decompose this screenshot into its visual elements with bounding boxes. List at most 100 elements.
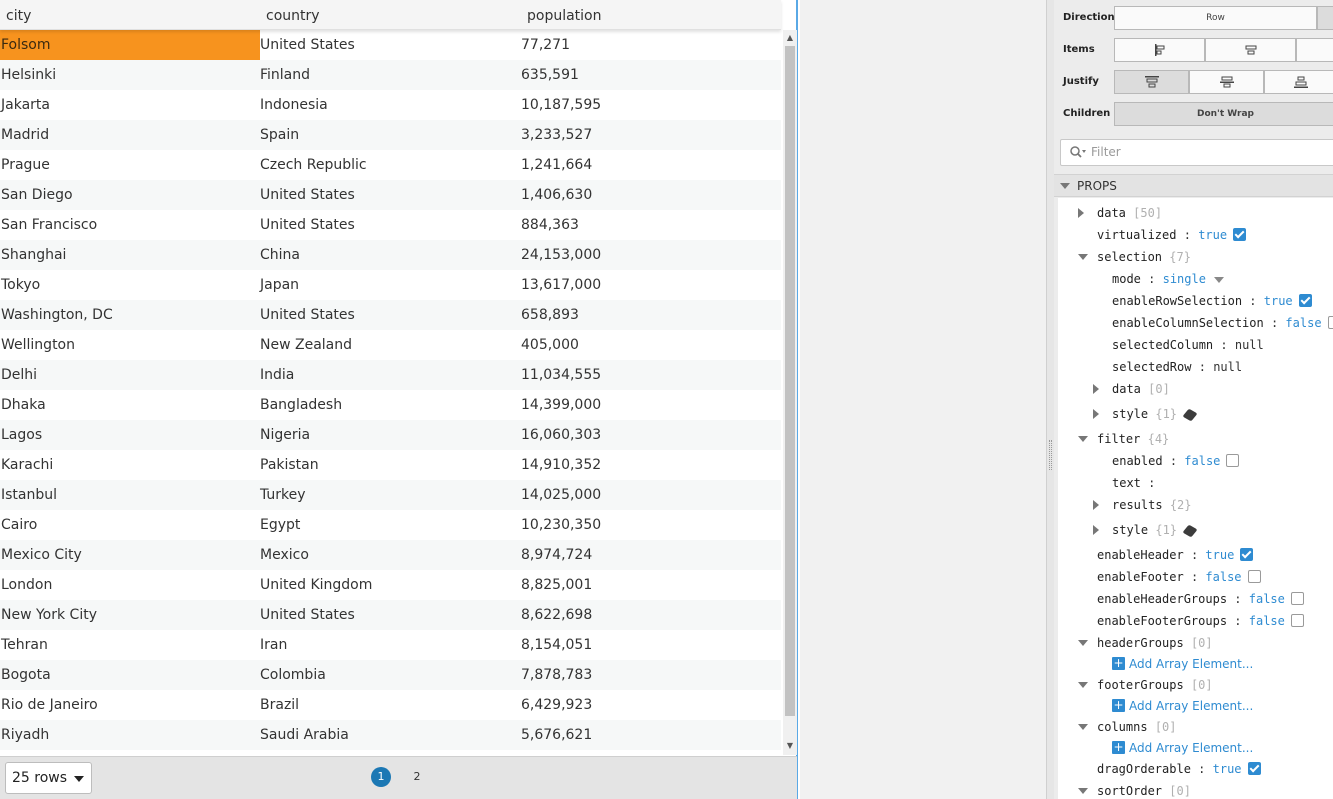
table-row[interactable]: San Diego United States 1,406,630 bbox=[0, 180, 781, 210]
population-cell[interactable]: 10,187,595 bbox=[521, 90, 781, 120]
city-cell[interactable]: Jakarta bbox=[0, 90, 260, 120]
checkbox-empty-icon[interactable] bbox=[1226, 454, 1240, 467]
table-row[interactable]: Madrid Spain 3,233,527 bbox=[0, 120, 781, 150]
page-button-2[interactable]: 2 bbox=[407, 767, 427, 787]
style-brush-icon[interactable] bbox=[1182, 524, 1198, 537]
country-cell[interactable]: Colombia bbox=[260, 660, 521, 690]
prop-value[interactable]: true bbox=[1213, 762, 1242, 776]
prop-mode[interactable]: mode : single bbox=[1112, 269, 1224, 289]
city-cell[interactable]: Karachi bbox=[0, 450, 260, 480]
population-cell[interactable]: 8,622,698 bbox=[521, 600, 781, 630]
table-row[interactable]: San Francisco United States 884,363 bbox=[0, 210, 781, 240]
prop-virtualized[interactable]: virtualized : true bbox=[1097, 225, 1247, 245]
table-row[interactable]: Folsom United States 77,271 bbox=[0, 30, 781, 60]
prop-filter-style[interactable]: style {1} bbox=[1112, 520, 1198, 540]
prop-selection[interactable]: selection {7} bbox=[1097, 247, 1191, 267]
justify-end-button[interactable] bbox=[1264, 70, 1333, 94]
table-row[interactable]: New York City United States 8,622,698 bbox=[0, 600, 781, 630]
population-cell[interactable]: 14,910,352 bbox=[521, 450, 781, 480]
collapsed-arrow-icon[interactable] bbox=[1093, 409, 1099, 419]
prop-enableHeader[interactable]: enableHeader : true bbox=[1097, 545, 1254, 565]
population-cell[interactable]: 8,154,051 bbox=[521, 630, 781, 660]
prop-value[interactable]: true bbox=[1264, 294, 1293, 308]
city-cell[interactable]: Wellington bbox=[0, 330, 260, 360]
items-align-start-button[interactable] bbox=[1114, 38, 1205, 62]
prop-value[interactable]: single bbox=[1163, 272, 1206, 286]
prop-enableFooterGroups[interactable]: enableFooterGroups : false bbox=[1097, 611, 1304, 631]
style-brush-icon[interactable] bbox=[1182, 408, 1198, 421]
population-cell[interactable]: 13,617,000 bbox=[521, 270, 781, 300]
collapsed-arrow-icon[interactable] bbox=[1078, 208, 1084, 218]
items-align-center-button[interactable] bbox=[1205, 38, 1296, 62]
city-cell[interactable]: San Francisco bbox=[0, 210, 260, 240]
city-cell[interactable]: London bbox=[0, 570, 260, 600]
table-row[interactable]: Rio de Janeiro Brazil 6,429,923 bbox=[0, 690, 781, 720]
column-header-population[interactable]: population bbox=[527, 0, 602, 30]
prop-dragOrderable[interactable]: dragOrderable : true bbox=[1097, 759, 1261, 779]
country-cell[interactable]: United Kingdom bbox=[260, 570, 521, 600]
prop-selection-data[interactable]: data [0] bbox=[1112, 379, 1170, 399]
add-array-element-footer-groups[interactable]: + Add Array Element... bbox=[1112, 696, 1253, 716]
scrollbar-thumb[interactable] bbox=[785, 46, 795, 716]
justify-center-button[interactable] bbox=[1189, 70, 1264, 94]
country-cell[interactable]: Japan bbox=[260, 270, 521, 300]
country-cell[interactable]: China bbox=[260, 240, 521, 270]
city-cell[interactable]: San Diego bbox=[0, 180, 260, 210]
items-align-end-button[interactable] bbox=[1296, 38, 1333, 62]
add-array-element-columns[interactable]: + Add Array Element... bbox=[1112, 738, 1253, 758]
chevron-down-icon[interactable] bbox=[1213, 276, 1224, 283]
expanded-arrow-icon[interactable] bbox=[1078, 682, 1088, 688]
prop-text[interactable]: text : bbox=[1112, 473, 1155, 493]
panel-splitter[interactable] bbox=[1046, 0, 1054, 799]
city-cell[interactable]: Madrid bbox=[0, 120, 260, 150]
city-cell[interactable]: Delhi bbox=[0, 360, 260, 390]
prop-value[interactable]: null bbox=[1213, 360, 1242, 374]
city-cell[interactable]: Folsom bbox=[0, 30, 260, 60]
prop-enableColumnSelection[interactable]: enableColumnSelection : false bbox=[1112, 313, 1333, 333]
table-row[interactable]: Tehran Iran 8,154,051 bbox=[0, 630, 781, 660]
table-row[interactable]: Shanghai China 24,153,000 bbox=[0, 240, 781, 270]
table-row[interactable]: Karachi Pakistan 14,910,352 bbox=[0, 450, 781, 480]
country-cell[interactable]: Bangladesh bbox=[260, 390, 521, 420]
prop-value[interactable]: false bbox=[1184, 454, 1220, 468]
expanded-arrow-icon[interactable] bbox=[1078, 254, 1088, 260]
population-cell[interactable]: 16,060,303 bbox=[521, 420, 781, 450]
country-cell[interactable]: Iran bbox=[260, 630, 521, 660]
checkbox-checked-icon[interactable] bbox=[1240, 548, 1254, 561]
rows-per-page-select[interactable]: 25 rows bbox=[5, 762, 92, 794]
country-cell[interactable]: Czech Republic bbox=[260, 150, 521, 180]
country-cell[interactable]: Mexico bbox=[260, 540, 521, 570]
city-cell[interactable]: Mexico City bbox=[0, 540, 260, 570]
prop-results[interactable]: results {2} bbox=[1112, 495, 1192, 515]
checkbox-checked-icon[interactable] bbox=[1298, 294, 1312, 307]
checkbox-empty-icon[interactable] bbox=[1327, 316, 1333, 329]
city-cell[interactable]: Lagos bbox=[0, 420, 260, 450]
country-cell[interactable]: India bbox=[260, 360, 521, 390]
expanded-arrow-icon[interactable] bbox=[1078, 436, 1088, 442]
population-cell[interactable]: 1,406,630 bbox=[521, 180, 781, 210]
scroll-up-arrow-icon[interactable]: ▲ bbox=[783, 31, 797, 45]
population-cell[interactable]: 77,271 bbox=[521, 30, 781, 60]
prop-enableFooter[interactable]: enableFooter : false bbox=[1097, 567, 1261, 587]
prop-filter[interactable]: filter {4} bbox=[1097, 429, 1169, 449]
table-row[interactable]: Tokyo Japan 13,617,000 bbox=[0, 270, 781, 300]
country-cell[interactable]: United States bbox=[260, 30, 521, 60]
table-vertical-scrollbar[interactable]: ▲ ▼ bbox=[783, 30, 797, 755]
population-cell[interactable]: 14,399,000 bbox=[521, 390, 781, 420]
prop-sortOrder[interactable]: sortOrder [0] bbox=[1097, 781, 1191, 799]
prop-headerGroups[interactable]: headerGroups [0] bbox=[1097, 633, 1213, 653]
table-component[interactable]: city country population Folsom United Sta… bbox=[0, 0, 798, 799]
prop-value[interactable]: false bbox=[1205, 570, 1241, 584]
table-row[interactable]: Helsinki Finland 635,591 bbox=[0, 60, 781, 90]
table-row[interactable]: Jakarta Indonesia 10,187,595 bbox=[0, 90, 781, 120]
population-cell[interactable]: 7,878,783 bbox=[521, 660, 781, 690]
population-cell[interactable]: 884,363 bbox=[521, 210, 781, 240]
direction-row-button[interactable]: Row bbox=[1114, 6, 1317, 30]
population-cell[interactable]: 405,000 bbox=[521, 330, 781, 360]
expanded-arrow-icon[interactable] bbox=[1078, 724, 1088, 730]
city-cell[interactable]: Cairo bbox=[0, 510, 260, 540]
city-cell[interactable]: Tehran bbox=[0, 630, 260, 660]
checkbox-empty-icon[interactable] bbox=[1290, 614, 1304, 627]
country-cell[interactable]: Nigeria bbox=[260, 420, 521, 450]
city-cell[interactable]: Dhaka bbox=[0, 390, 260, 420]
